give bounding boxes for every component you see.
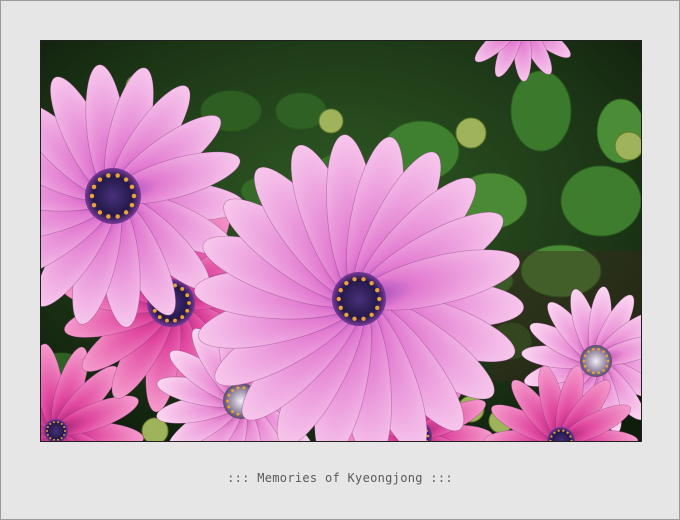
flower-photo [40, 40, 642, 442]
flower-photo-illustration [41, 41, 641, 441]
photo-frame: ::: Memories of Kyeongjong ::: [0, 0, 680, 520]
photo-caption: ::: Memories of Kyeongjong ::: [227, 471, 453, 485]
